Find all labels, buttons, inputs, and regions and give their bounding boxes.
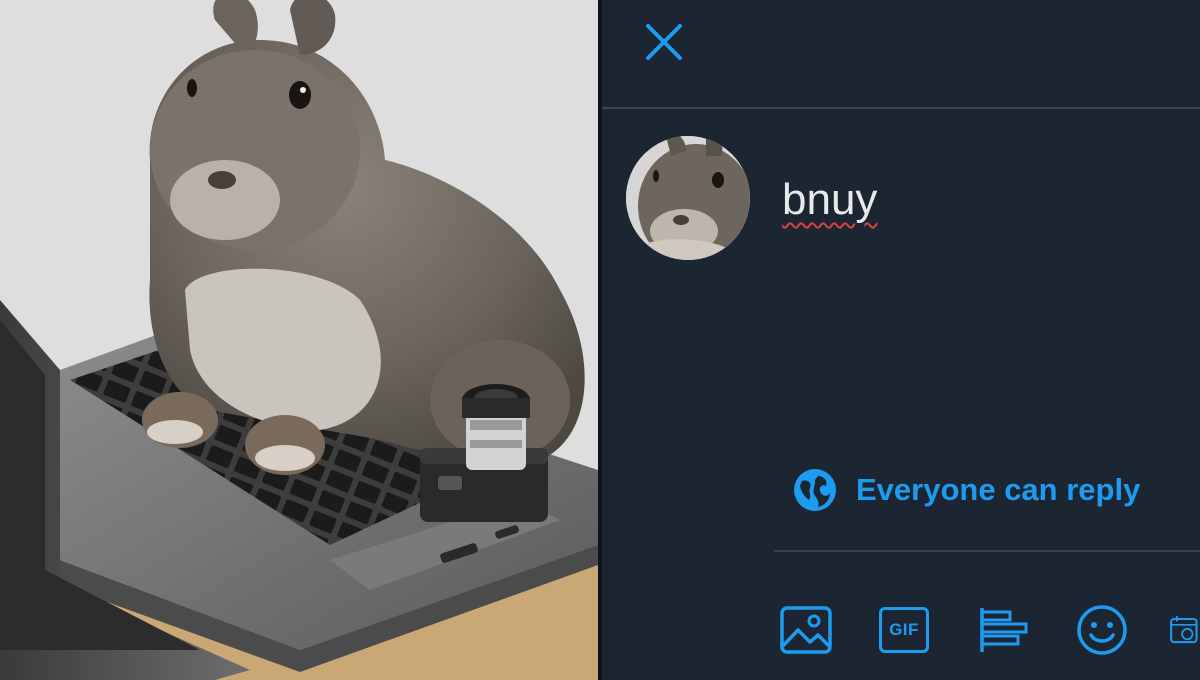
schedule-icon (1170, 616, 1198, 644)
tweet-text-input[interactable]: bnuy (782, 172, 877, 228)
avatar[interactable] (626, 136, 750, 260)
poll-icon (980, 608, 1028, 652)
reply-setting-label: Everyone can reply (856, 472, 1141, 507)
close-button[interactable] (640, 18, 688, 66)
toolbar-divider (774, 550, 1200, 552)
close-icon (646, 24, 682, 60)
add-image-button[interactable] (778, 602, 834, 658)
image-icon (780, 606, 832, 654)
rabbit-avatar-image (626, 136, 750, 260)
header-divider (602, 107, 1200, 109)
globe-icon (792, 467, 838, 513)
schedule-button[interactable] (1170, 602, 1200, 658)
emoji-icon (1077, 605, 1127, 655)
gif-icon-label: GIF (889, 620, 919, 639)
reply-setting-button[interactable]: Everyone can reply (792, 466, 1140, 514)
add-poll-button[interactable] (976, 602, 1032, 658)
add-gif-button[interactable]: GIF (876, 602, 932, 658)
rabbit-photo (0, 0, 598, 680)
gif-icon: GIF (879, 607, 929, 653)
rabbit-laptop-illustration (0, 0, 598, 680)
add-emoji-button[interactable] (1074, 602, 1130, 658)
screenshot-root: bnuy Everyone can reply GIF (0, 0, 1200, 680)
compose-dialog: bnuy Everyone can reply GIF (602, 0, 1200, 680)
